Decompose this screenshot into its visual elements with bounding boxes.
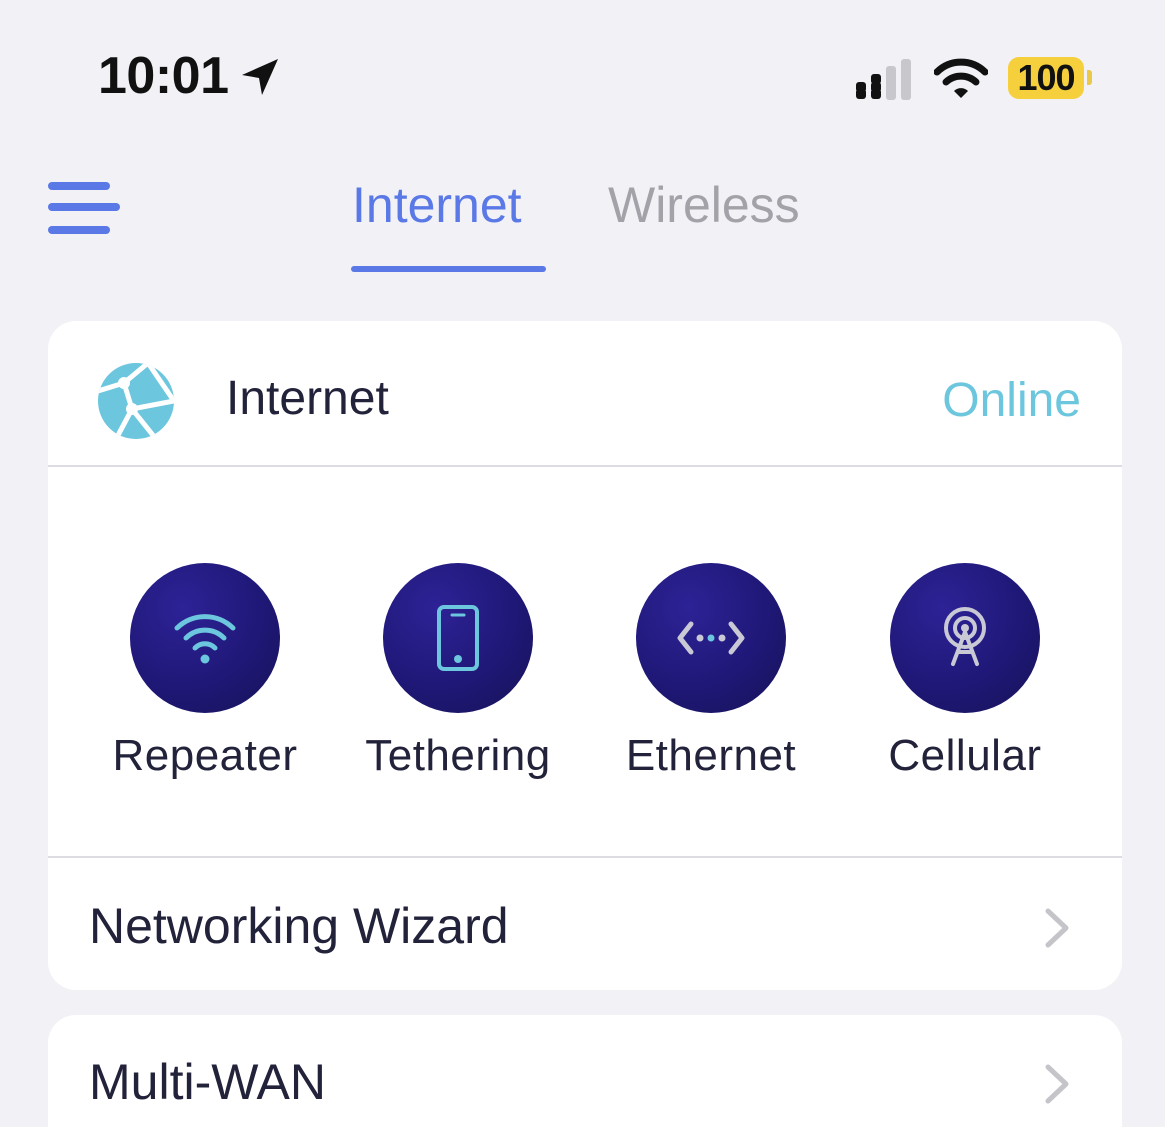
chevron-right-icon — [1045, 1064, 1069, 1104]
multiwan-card: Multi-WAN — [48, 1015, 1122, 1127]
mode-tethering-label: Tethering — [365, 731, 551, 780]
tab-internet[interactable]: Internet — [352, 176, 522, 234]
tab-wireless[interactable]: Wireless — [608, 176, 800, 234]
internet-card: Internet Online Repeater Tethering Ether… — [48, 321, 1122, 990]
multiwan-row[interactable]: Multi-WAN — [48, 1015, 1122, 1127]
hamburger-menu-icon-line — [48, 226, 110, 234]
globe-icon — [98, 363, 174, 439]
mode-repeater-circle — [130, 563, 280, 713]
multiwan-label: Multi-WAN — [89, 1054, 327, 1110]
phone-icon — [437, 605, 479, 671]
location-arrow-icon — [242, 59, 278, 95]
battery-indicator: 100 — [1008, 57, 1084, 99]
internet-status-text: Online — [942, 374, 1081, 427]
hamburger-menu-icon-line — [48, 182, 110, 190]
mode-ethernet-label: Ethernet — [625, 731, 797, 780]
status-time: 10:01 — [98, 47, 229, 105]
mode-ethernet[interactable]: Ethernet — [581, 563, 841, 793]
menu-button[interactable] — [46, 180, 122, 240]
hamburger-menu-icon-line — [48, 203, 120, 211]
status-bar: 10:01 100 — [0, 0, 1165, 150]
ethernet-icon — [677, 621, 745, 655]
mode-tethering-circle — [383, 563, 533, 713]
mode-tethering[interactable]: Tethering — [328, 563, 588, 793]
mode-cellular-circle — [890, 563, 1040, 713]
cellular-signal-icon — [856, 59, 911, 100]
mode-cellular[interactable]: Cellular — [835, 563, 1095, 793]
active-tab-indicator — [351, 266, 546, 272]
mode-ethernet-circle — [636, 563, 786, 713]
connection-modes: Repeater Tethering Ethernet Cellular — [48, 466, 1122, 856]
networking-wizard-label: Networking Wizard — [89, 898, 509, 954]
internet-status-header[interactable]: Internet Online — [48, 321, 1122, 466]
networking-wizard-row[interactable]: Networking Wizard — [48, 857, 1122, 990]
mode-cellular-label: Cellular — [888, 731, 1042, 780]
internet-title: Internet — [226, 372, 389, 425]
wifi-status-icon — [934, 58, 988, 98]
cellular-antenna-icon — [944, 607, 986, 666]
mode-repeater[interactable]: Repeater — [75, 563, 335, 793]
wifi-icon — [174, 614, 236, 664]
chevron-right-icon — [1045, 908, 1069, 948]
screen: 10:01 100 Internet Wireless Internet Onl… — [0, 0, 1165, 1127]
mode-repeater-label: Repeater — [112, 731, 298, 780]
battery-tip — [1087, 70, 1092, 85]
